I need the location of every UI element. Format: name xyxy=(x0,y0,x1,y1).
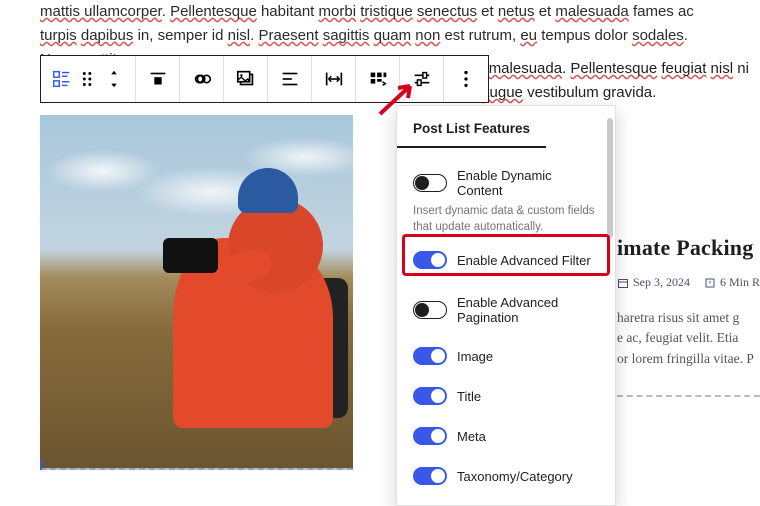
toggle-title[interactable]: Title xyxy=(397,381,615,411)
link-button[interactable] xyxy=(180,56,224,102)
justify-button[interactable] xyxy=(268,56,312,102)
post-excerpt: haretra risus sit amet g e ac, feugiat v… xyxy=(617,308,760,369)
toggle-switch[interactable] xyxy=(413,347,447,365)
width-button[interactable] xyxy=(312,56,356,102)
toggle-switch[interactable] xyxy=(413,427,447,445)
drag-handle-icon[interactable] xyxy=(77,68,99,90)
table-options-icon xyxy=(367,68,389,90)
block-toolbar xyxy=(40,55,489,103)
gallery-icon xyxy=(235,68,257,90)
align-button[interactable] xyxy=(136,56,180,102)
toggle-dynamic-content[interactable]: Enable Dynamic Content xyxy=(397,162,615,204)
toggle-switch[interactable] xyxy=(413,174,447,192)
paragraph-overflow-1: ta malesuada. Pellentesque feugiat nisl … xyxy=(472,57,749,81)
toggle-advanced-filter[interactable]: Enable Advanced Filter xyxy=(397,245,615,275)
filters-button[interactable] xyxy=(400,56,444,102)
paragraph-overflow-2: r augue vestibulum gravida. xyxy=(472,81,749,105)
toggle-label: Image xyxy=(457,349,493,364)
block-type-button[interactable] xyxy=(41,56,136,102)
toggle-switch[interactable] xyxy=(413,467,447,485)
toggle-taxonomy[interactable]: Taxonomy/Category xyxy=(397,461,615,491)
align-icon xyxy=(147,68,169,90)
toggle-label: Meta xyxy=(457,429,486,444)
link-icon xyxy=(191,68,213,90)
post-meta: Sep 3, 2024 6 Min R xyxy=(617,275,760,290)
clock-icon xyxy=(704,277,716,289)
width-icon xyxy=(323,68,345,90)
post-date: Sep 3, 2024 xyxy=(633,275,690,290)
post-read-time: 6 Min R xyxy=(720,275,760,290)
justify-icon xyxy=(279,68,301,90)
toggle-image[interactable]: Image xyxy=(397,341,615,371)
post-featured-image[interactable] xyxy=(40,115,353,470)
post-card: imate Packing Sep 3, 2024 6 Min R haretr… xyxy=(617,235,760,470)
panel-scrollbar[interactable] xyxy=(607,118,613,238)
toggle-switch[interactable] xyxy=(413,301,447,319)
post-list-icon xyxy=(51,68,73,90)
sliders-icon xyxy=(411,68,433,90)
more-vertical-icon xyxy=(455,68,477,90)
calendar-icon xyxy=(617,277,629,289)
move-arrows-icon[interactable] xyxy=(103,68,125,90)
more-button[interactable] xyxy=(444,56,488,102)
options-button[interactable] xyxy=(356,56,400,102)
gallery-button[interactable] xyxy=(224,56,268,102)
toggle-switch[interactable] xyxy=(413,387,447,405)
toggle-label: Enable Dynamic Content xyxy=(457,168,599,198)
toggle-meta[interactable]: Meta xyxy=(397,421,615,451)
toggle-switch[interactable] xyxy=(413,251,447,269)
dynamic-description: Insert dynamic data & custom fields that… xyxy=(397,204,615,245)
post-list-features-panel: Post List Features Enable Dynamic Conten… xyxy=(396,105,616,506)
panel-title: Post List Features xyxy=(397,121,546,148)
toggle-label: Taxonomy/Category xyxy=(457,469,573,484)
post-divider xyxy=(617,395,760,397)
toggle-label: Enable Advanced Filter xyxy=(457,253,591,268)
post-title[interactable]: imate Packing xyxy=(617,235,760,261)
toggle-label: Enable Advanced Pagination xyxy=(457,295,599,325)
toggle-advanced-pagination[interactable]: Enable Advanced Pagination xyxy=(397,289,615,331)
toggle-label: Title xyxy=(457,389,481,404)
